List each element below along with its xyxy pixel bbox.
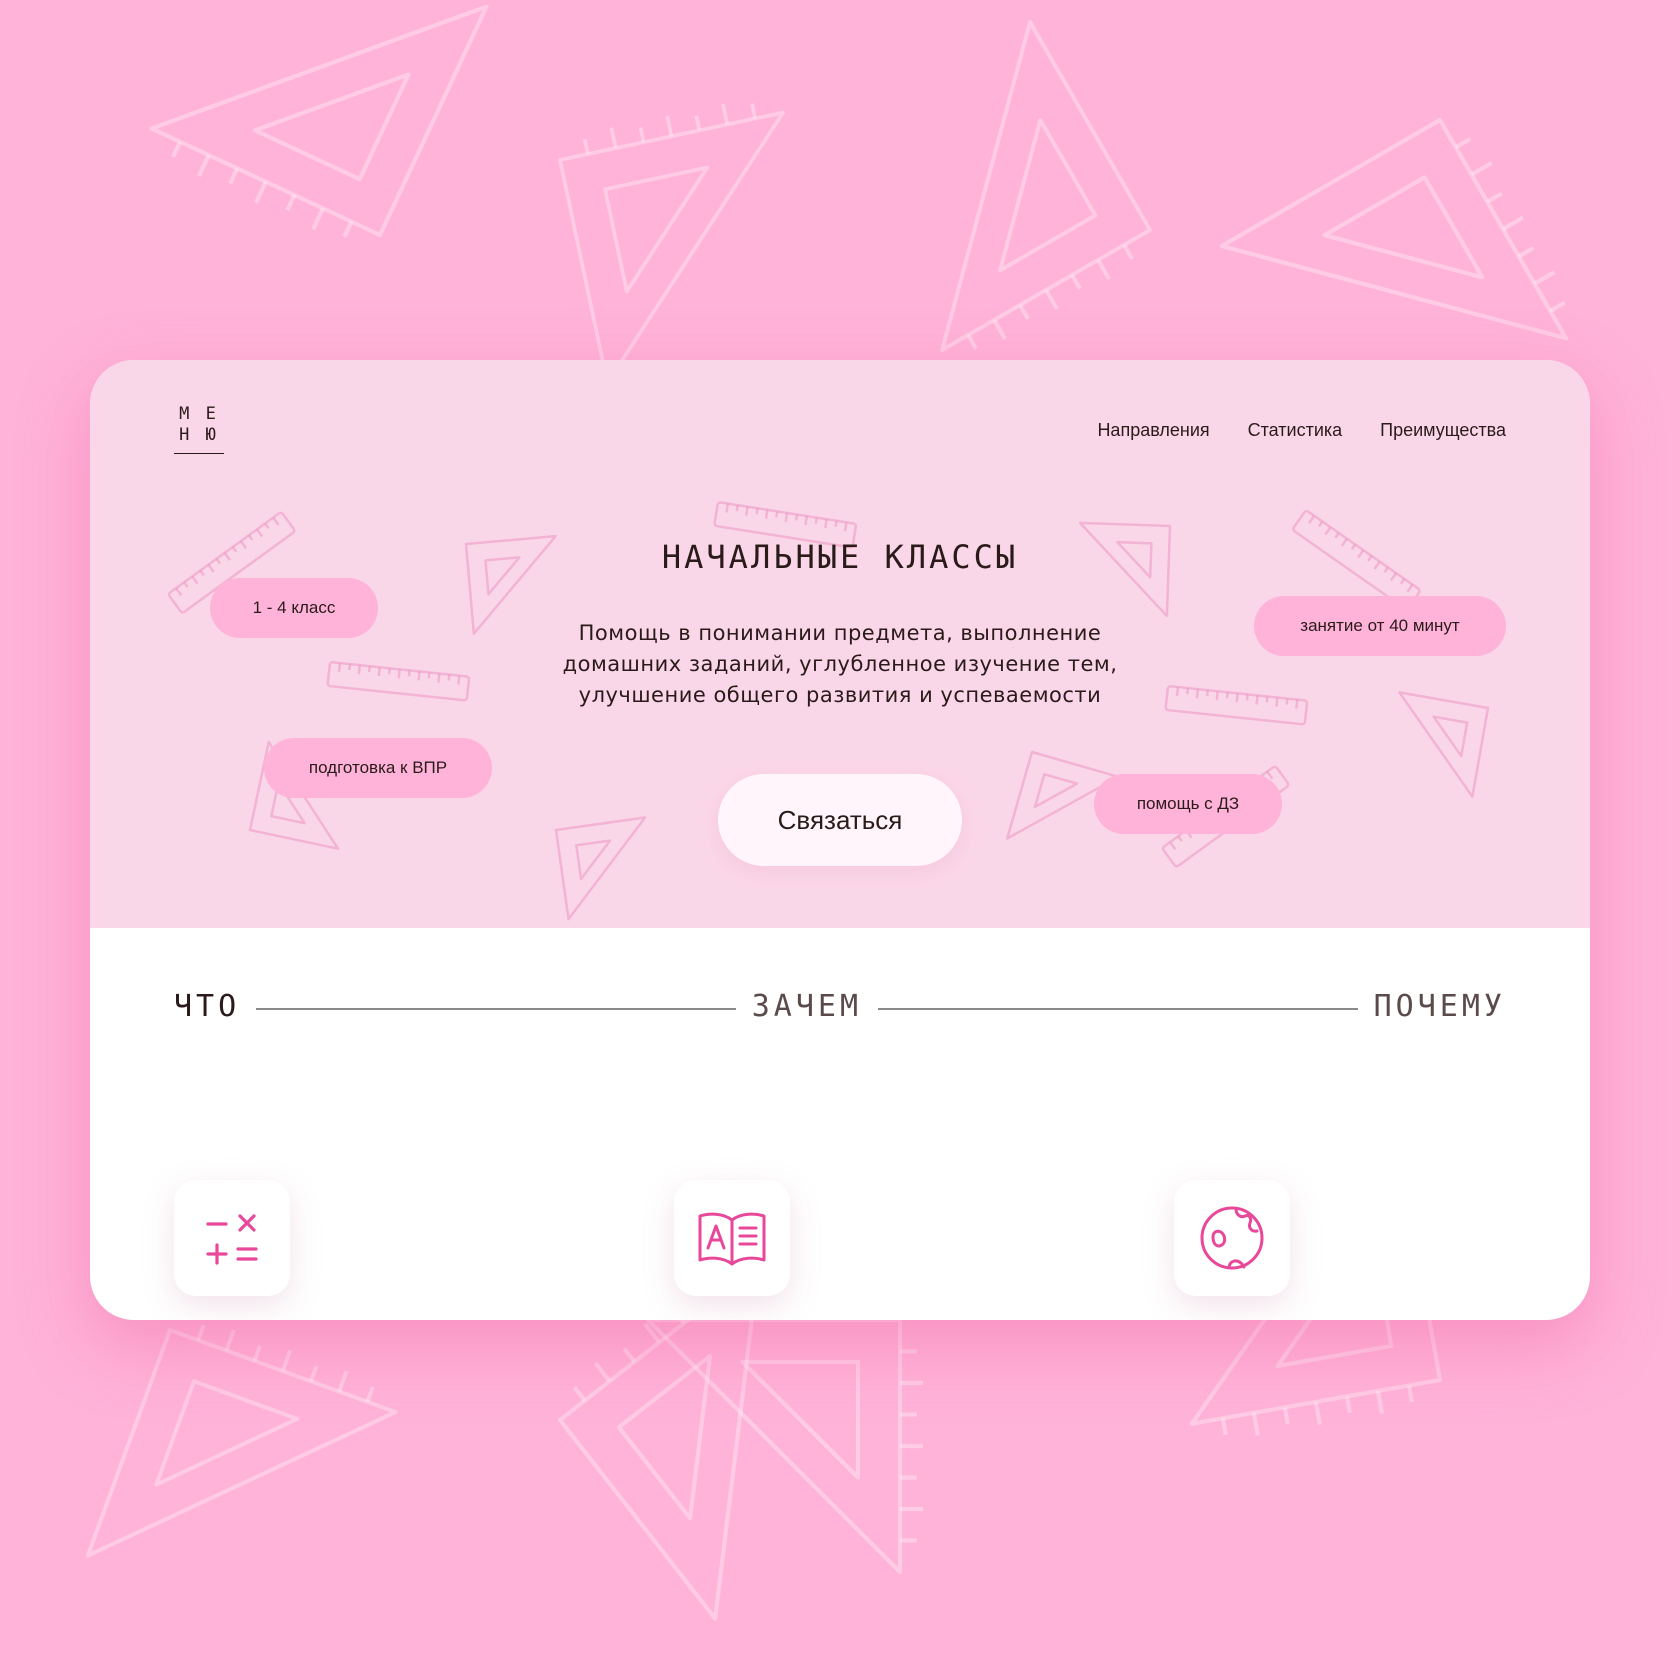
math-subject-card[interactable] — [174, 1180, 290, 1296]
menu-logo-line-1: М Е — [179, 404, 219, 424]
reading-subject-card[interactable] — [674, 1180, 790, 1296]
landing-card: М Е Н Ю Направления Статистика Преимущес… — [90, 360, 1590, 1320]
globe-icon — [1200, 1206, 1264, 1270]
tag-vpr-preparation: подготовка к ВПР — [264, 738, 492, 798]
menu-logo-line-2: Н Ю — [179, 425, 219, 445]
tag-grades: 1 - 4 класс — [210, 578, 378, 638]
menu-logo[interactable]: М Е Н Ю — [174, 404, 224, 454]
hero-title: НАЧАЛЬНЫЕ КЛАССЫ — [661, 538, 1019, 576]
hero-description: Помощь в понимании предмета, выполнение … — [562, 621, 1118, 707]
steps-row: ЧТО ЗАЧЕМ ПОЧЕМУ — [174, 986, 1506, 1026]
math-operations-icon — [206, 1214, 258, 1265]
nav-link-directions[interactable]: Направления — [1097, 420, 1209, 441]
step-reason[interactable]: ПОЧЕМУ — [1374, 989, 1506, 1024]
step-what[interactable]: ЧТО — [174, 989, 240, 1024]
nav-link-advantages[interactable]: Преимущества — [1380, 420, 1506, 441]
hero-section: М Е Н Ю Направления Статистика Преимущес… — [90, 360, 1590, 928]
open-book-icon — [698, 1212, 766, 1266]
top-nav: Направления Статистика Преимущества — [1097, 420, 1506, 441]
tag-lesson-duration: занятие от 40 минут — [1254, 596, 1506, 656]
contact-button[interactable]: Связаться — [718, 774, 962, 866]
nav-link-statistics[interactable]: Статистика — [1248, 420, 1343, 441]
step-divider — [878, 1008, 1358, 1010]
step-divider — [256, 1008, 736, 1010]
tag-homework-help: помощь с ДЗ — [1094, 774, 1282, 834]
world-subject-card[interactable] — [1174, 1180, 1290, 1296]
step-why[interactable]: ЗАЧЕМ — [752, 989, 862, 1024]
